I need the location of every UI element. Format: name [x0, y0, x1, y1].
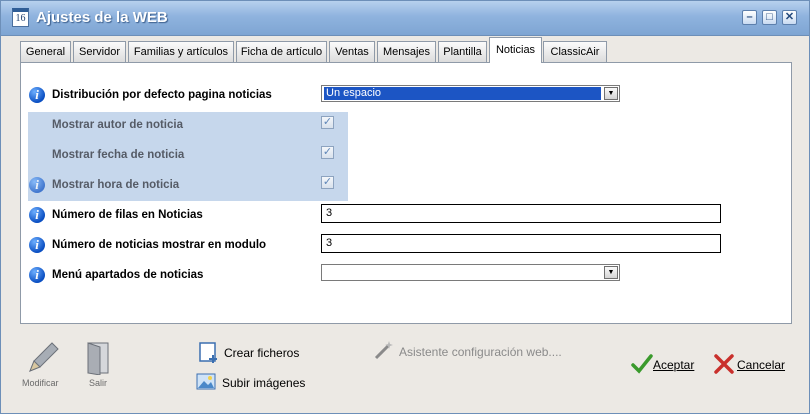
magic-wand-icon — [374, 341, 393, 360]
calendar-app-icon: 16 — [12, 8, 29, 27]
tab-familias[interactable]: Familias y artículos — [128, 41, 234, 62]
info-icon[interactable]: i — [29, 207, 45, 223]
aceptar-label: Aceptar — [653, 358, 695, 372]
bottom-toolbar: Modificar Salir Crear ficheros Subir imá… — [1, 325, 809, 413]
pencil-icon — [29, 342, 59, 372]
image-upload-icon — [196, 373, 216, 390]
settings-window: 16 Ajustes de la WEB – □ ✕ General Servi… — [0, 0, 810, 414]
close-icon[interactable]: ✕ — [782, 10, 797, 25]
cancelar-label: Cancelar — [737, 358, 786, 372]
mostrar-hora-checkbox[interactable]: ✓ — [321, 176, 334, 189]
tab-plantilla[interactable]: Plantilla — [438, 41, 487, 62]
tab-general[interactable]: General — [20, 41, 71, 62]
tab-noticias[interactable]: Noticias — [489, 37, 542, 63]
crear-ficheros-label: Crear ficheros — [224, 346, 300, 360]
aceptar-button[interactable]: Aceptar — [631, 353, 697, 377]
subir-imagenes-button[interactable]: Subir imágenes — [196, 371, 306, 393]
info-icon[interactable]: i — [29, 177, 45, 193]
cross-icon — [714, 354, 734, 374]
title-bar[interactable]: 16 Ajustes de la WEB – □ ✕ — [1, 1, 809, 36]
subir-imagenes-label: Subir imágenes — [222, 376, 306, 390]
mostrar-autor-checkbox[interactable]: ✓ — [321, 116, 334, 129]
mostrar-fecha-checkbox[interactable]: ✓ — [321, 146, 334, 159]
noticias-modulo-input[interactable]: 3 — [321, 234, 721, 253]
noticias-panel: i Distribución por defecto pagina notici… — [20, 62, 792, 324]
filas-label: Número de filas en Noticias — [52, 209, 203, 221]
tab-classicair[interactable]: ClassicAir — [543, 41, 607, 62]
mostrar-fecha-label: Mostrar fecha de noticia — [52, 149, 185, 161]
chevron-down-icon[interactable]: ▼ — [604, 266, 618, 279]
info-icon[interactable]: i — [29, 237, 45, 253]
checkmark-icon — [631, 354, 653, 374]
distribucion-select[interactable]: Un espacio ▼ — [321, 85, 620, 102]
asistente-label: Asistente configuración web.... — [399, 345, 562, 359]
tab-mensajes[interactable]: Mensajes — [377, 41, 436, 62]
door-exit-icon — [87, 342, 109, 375]
window-title: Ajustes de la WEB — [36, 9, 168, 26]
crear-ficheros-button[interactable]: Crear ficheros — [198, 341, 308, 363]
cancelar-button[interactable]: Cancelar — [713, 353, 786, 377]
minimize-icon[interactable]: – — [742, 10, 757, 25]
salir-label: Salir — [89, 378, 108, 388]
maximize-icon[interactable]: □ — [762, 10, 777, 25]
modificar-label: Modificar — [22, 378, 59, 388]
info-icon[interactable]: i — [29, 87, 45, 103]
menu-apartados-select[interactable]: ▼ — [321, 264, 620, 281]
noticias-modulo-label: Número de noticias mostrar en modulo — [52, 239, 267, 251]
info-icon[interactable]: i — [29, 267, 45, 283]
filas-input[interactable]: 3 — [321, 204, 721, 223]
mostrar-autor-label: Mostrar autor de noticia — [52, 119, 183, 131]
modificar-button[interactable]: Modificar — [19, 341, 65, 388]
salir-button[interactable]: Salir — [85, 341, 115, 388]
asistente-button[interactable]: Asistente configuración web.... — [373, 339, 562, 363]
menu-apartados-label: Menú apartados de noticias — [52, 269, 204, 281]
mostrar-hora-label: Mostrar hora de noticia — [52, 179, 180, 191]
tab-ficha-articulo[interactable]: Ficha de artículo — [236, 41, 327, 62]
distribucion-value: Un espacio — [324, 87, 601, 100]
new-file-icon — [199, 342, 217, 363]
tab-ventas[interactable]: Ventas — [329, 41, 375, 62]
tab-servidor[interactable]: Servidor — [73, 41, 126, 62]
chevron-down-icon[interactable]: ▼ — [604, 87, 618, 100]
distribucion-label: Distribución por defecto pagina noticias — [52, 89, 272, 101]
